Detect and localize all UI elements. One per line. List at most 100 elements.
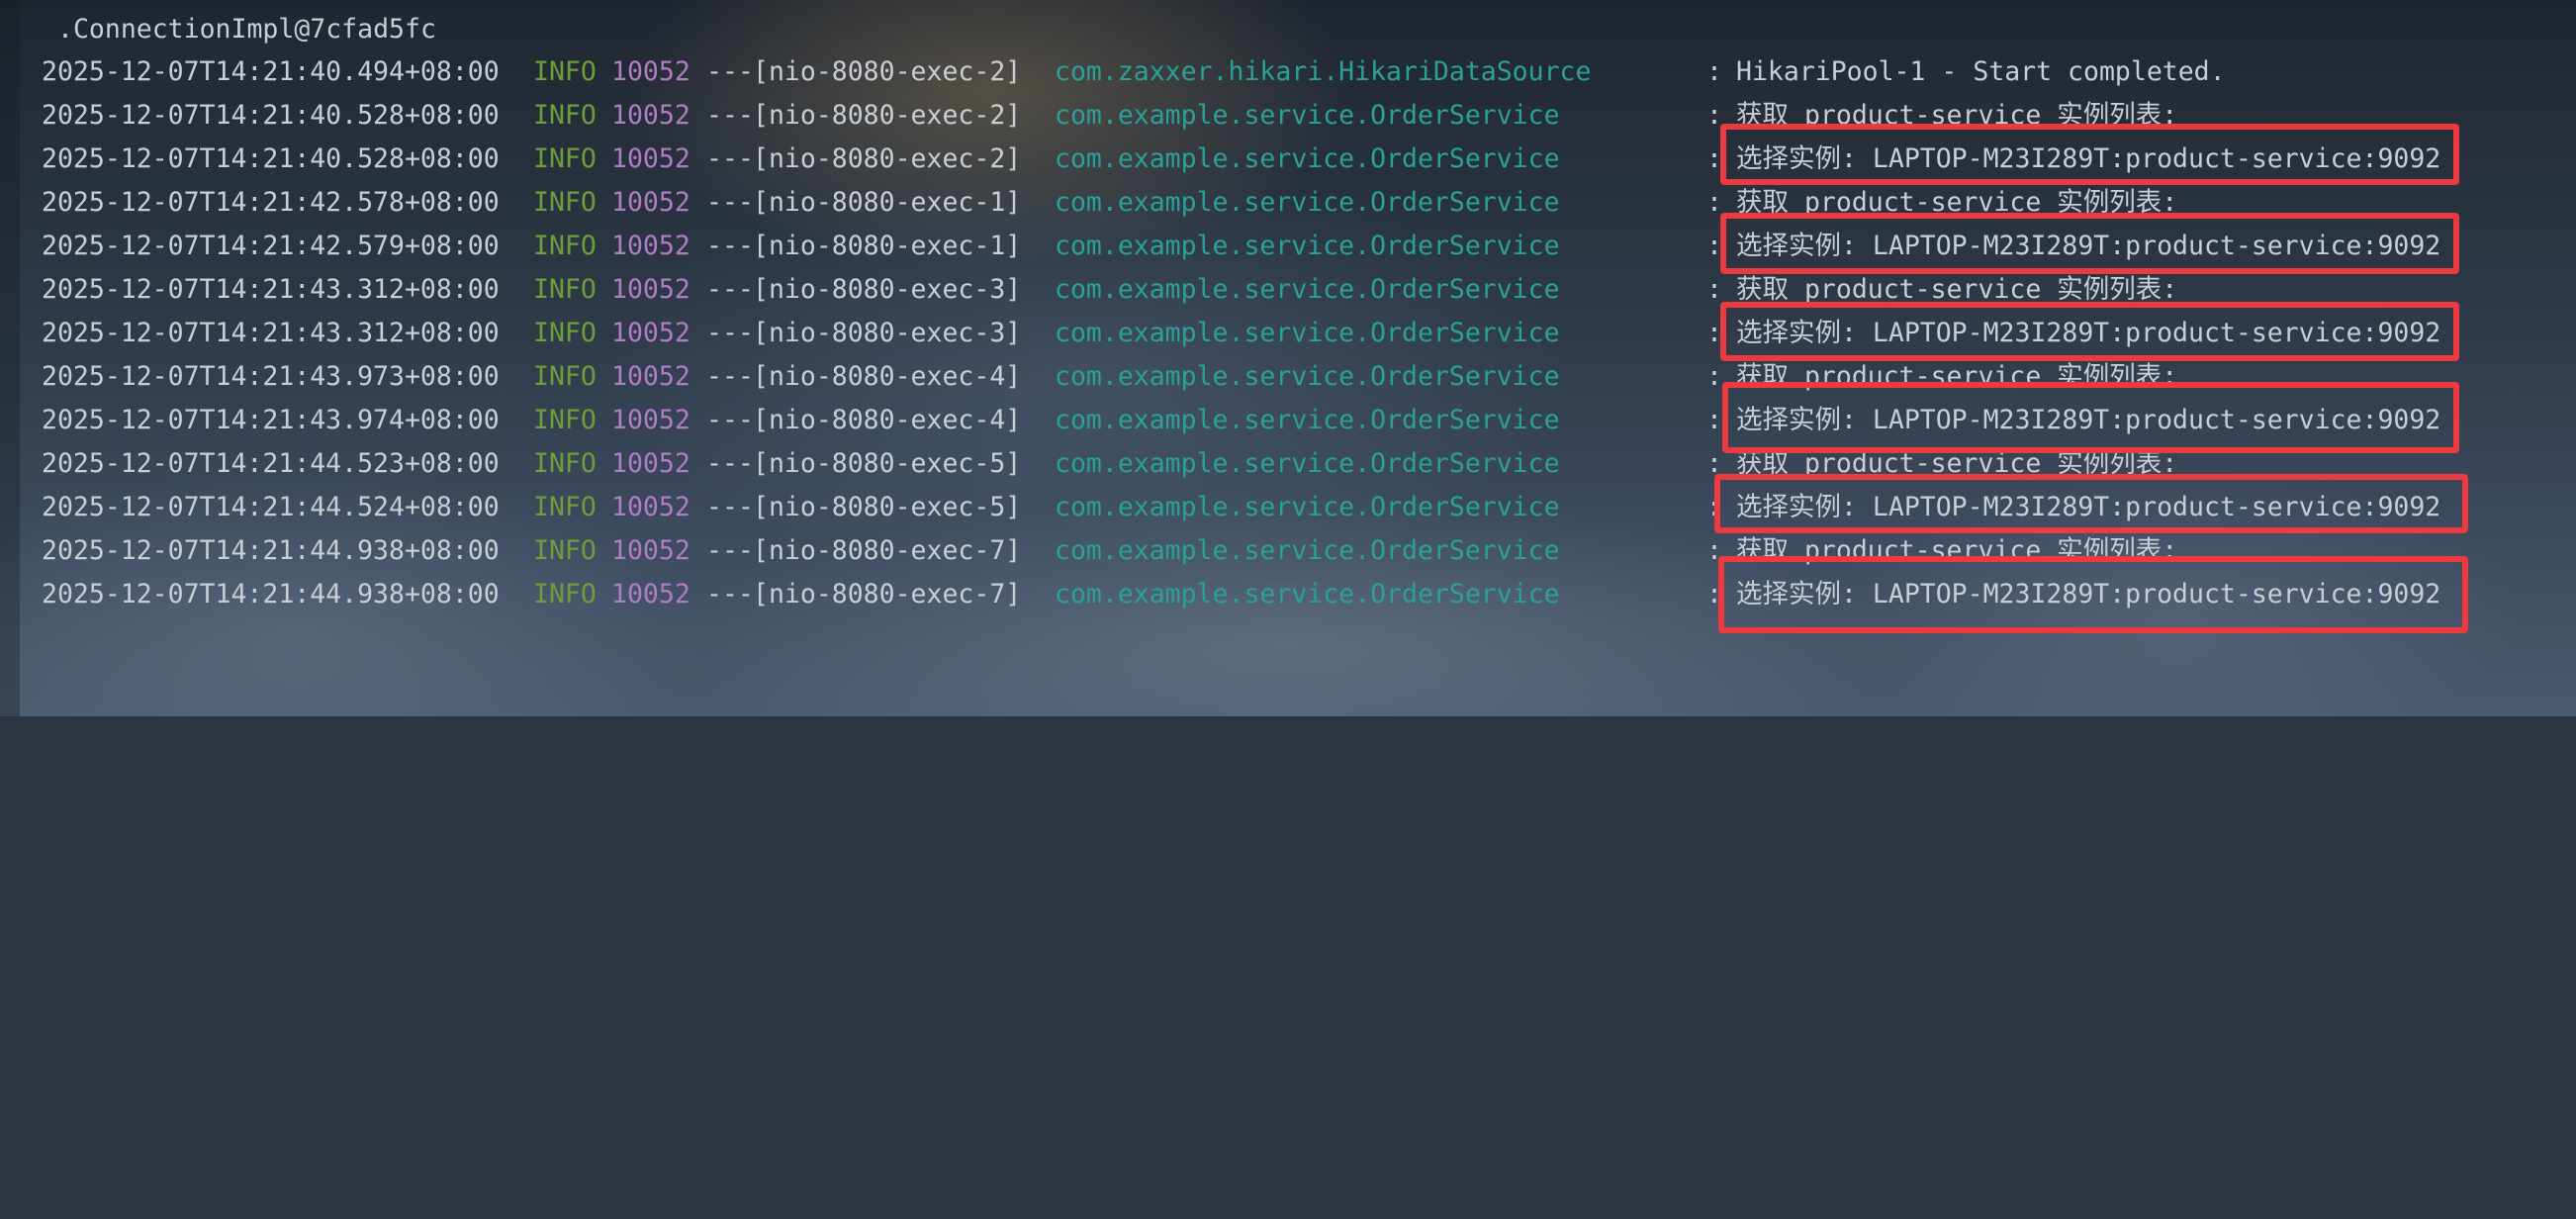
log-logger-link[interactable]: com.example.service.OrderService [1055, 94, 1560, 138]
log-message: HikariPool-1 - Start completed. [1736, 56, 2226, 87]
log-logger-link[interactable]: com.example.service.OrderService [1055, 355, 1560, 399]
log-thread: [nio-8080-exec-3] [753, 318, 1022, 348]
log-separator: --- [706, 448, 754, 479]
log-line: 2025-12-07T14:21:44.938+08:00 INFO 10052… [0, 529, 2177, 573]
log-thread: [nio-8080-exec-2] [753, 143, 1022, 174]
log-pid: 10052 [611, 579, 690, 610]
highlight-box [1720, 213, 2459, 274]
log-line: 2025-12-07T14:21:44.523+08:00 INFO 10052… [0, 442, 2177, 486]
highlight-box [1720, 302, 2459, 361]
highlight-box [1714, 474, 2468, 533]
log-line: 2025-12-07T14:21:40.528+08:00 INFO 10052… [0, 94, 2177, 138]
log-logger-link[interactable]: com.example.service.OrderService [1055, 486, 1560, 529]
log-thread: [nio-8080-exec-3] [753, 274, 1022, 305]
log-pid: 10052 [611, 318, 690, 348]
log-timestamp: 2025-12-07T14:21:43.312+08:00 [42, 318, 500, 348]
highlight-box [1718, 556, 2468, 633]
log-timestamp: 2025-12-07T14:21:44.523+08:00 [42, 448, 500, 479]
log-pid: 10052 [611, 535, 690, 566]
log-separator: --- [706, 361, 754, 392]
log-colon: : [1706, 56, 1722, 87]
log-timestamp: 2025-12-07T14:21:42.578+08:00 [42, 187, 500, 218]
log-logger-link[interactable]: com.example.service.OrderService [1055, 181, 1560, 225]
log-line: 2025-12-07T14:21:44.524+08:00 INFO 10052… [0, 486, 2440, 529]
log-separator: --- [706, 143, 754, 174]
highlight-box [1720, 124, 2459, 185]
log-separator: --- [706, 56, 754, 87]
log-level: INFO [533, 535, 597, 566]
log-logger-link[interactable]: com.zaxxer.hikari.HikariDataSource [1055, 50, 1591, 94]
log-timestamp: 2025-12-07T14:21:43.973+08:00 [42, 361, 500, 392]
log-line: 2025-12-07T14:21:40.528+08:00 INFO 10052… [0, 138, 2440, 181]
log-line: 2025-12-07T14:21:42.578+08:00 INFO 10052… [0, 181, 2177, 225]
log-logger-link[interactable]: com.example.service.OrderService [1055, 225, 1560, 268]
log-colon: : [1706, 361, 1722, 392]
log-thread: [nio-8080-exec-2] [753, 100, 1022, 131]
log-thread: [nio-8080-exec-4] [753, 405, 1022, 435]
log-pid: 10052 [611, 448, 690, 479]
log-thread: [nio-8080-exec-7] [753, 579, 1022, 610]
log-timestamp: 2025-12-07T14:21:44.938+08:00 [42, 579, 500, 610]
log-separator: --- [706, 318, 754, 348]
log-logger-link[interactable]: com.example.service.OrderService [1055, 442, 1560, 486]
log-pid: 10052 [611, 231, 690, 261]
log-thread: [nio-8080-exec-4] [753, 361, 1022, 392]
log-separator: --- [706, 100, 754, 131]
log-line: 2025-12-07T14:21:43.973+08:00 INFO 10052… [0, 355, 2177, 399]
log-separator: --- [706, 579, 754, 610]
log-separator: --- [706, 231, 754, 261]
log-pid: 10052 [611, 492, 690, 522]
log-thread: [nio-8080-exec-7] [753, 535, 1022, 566]
log-level: INFO [533, 448, 597, 479]
log-separator: --- [706, 492, 754, 522]
log-line: 2025-12-07T14:21:42.579+08:00 INFO 10052… [0, 225, 2440, 268]
log-colon: : [1706, 405, 1722, 435]
log-separator: --- [706, 274, 754, 305]
log-pid: 10052 [611, 143, 690, 174]
log-level: INFO [533, 143, 597, 174]
log-pid: 10052 [611, 187, 690, 218]
log-line: 2025-12-07T14:21:44.938+08:00 INFO 10052… [0, 573, 2440, 616]
log-pid: 10052 [611, 405, 690, 435]
log-thread: [nio-8080-exec-1] [753, 187, 1022, 218]
log-line: 2025-12-07T14:21:43.312+08:00 INFO 10052… [0, 268, 2177, 312]
log-logger-link[interactable]: com.example.service.OrderService [1055, 138, 1560, 181]
log-logger-link[interactable]: com.example.service.OrderService [1055, 529, 1560, 573]
log-timestamp: 2025-12-07T14:21:40.528+08:00 [42, 143, 500, 174]
log-logger-link[interactable]: com.example.service.OrderService [1055, 399, 1560, 442]
log-pid: 10052 [611, 56, 690, 87]
log-level: INFO [533, 274, 597, 305]
log-level: INFO [533, 187, 597, 218]
log-thread: [nio-8080-exec-1] [753, 231, 1022, 261]
log-timestamp: 2025-12-07T14:21:43.312+08:00 [42, 274, 500, 305]
log-line: 2025-12-07T14:21:43.312+08:00 INFO 10052… [0, 312, 2440, 355]
log-thread: [nio-8080-exec-5] [753, 492, 1022, 522]
log-level: INFO [533, 361, 597, 392]
log-level: INFO [533, 56, 597, 87]
log-separator: --- [706, 187, 754, 218]
log-timestamp: 2025-12-07T14:21:40.528+08:00 [42, 100, 500, 131]
log-level: INFO [533, 318, 597, 348]
log-line: 2025-12-07T14:21:40.494+08:00 INFO 10052… [0, 50, 2226, 94]
log-pid: 10052 [611, 274, 690, 305]
log-logger-link[interactable]: com.example.service.OrderService [1055, 573, 1560, 616]
log-separator: --- [706, 405, 754, 435]
log-level: INFO [533, 100, 597, 131]
highlight-box [1722, 382, 2459, 453]
log-level: INFO [533, 492, 597, 522]
log-timestamp: 2025-12-07T14:21:43.974+08:00 [42, 405, 500, 435]
log-timestamp: 2025-12-07T14:21:44.524+08:00 [42, 492, 500, 522]
log-logger-link[interactable]: com.example.service.OrderService [1055, 312, 1560, 355]
log-separator: --- [706, 535, 754, 566]
log-thread: [nio-8080-exec-2] [753, 56, 1022, 87]
log-pid: 10052 [611, 361, 690, 392]
log-level: INFO [533, 579, 597, 610]
log-thread: [nio-8080-exec-5] [753, 448, 1022, 479]
log-pid: 10052 [611, 100, 690, 131]
log-timestamp: 2025-12-07T14:21:44.938+08:00 [42, 535, 500, 566]
log-line: 2025-12-07T14:21:43.974+08:00 INFO 10052… [0, 399, 2440, 442]
log-timestamp: 2025-12-07T14:21:42.579+08:00 [42, 231, 500, 261]
console-header-line: .ConnectionImpl@7cfad5fc [57, 14, 436, 45]
log-logger-link[interactable]: com.example.service.OrderService [1055, 268, 1560, 312]
log-timestamp: 2025-12-07T14:21:40.494+08:00 [42, 56, 500, 87]
